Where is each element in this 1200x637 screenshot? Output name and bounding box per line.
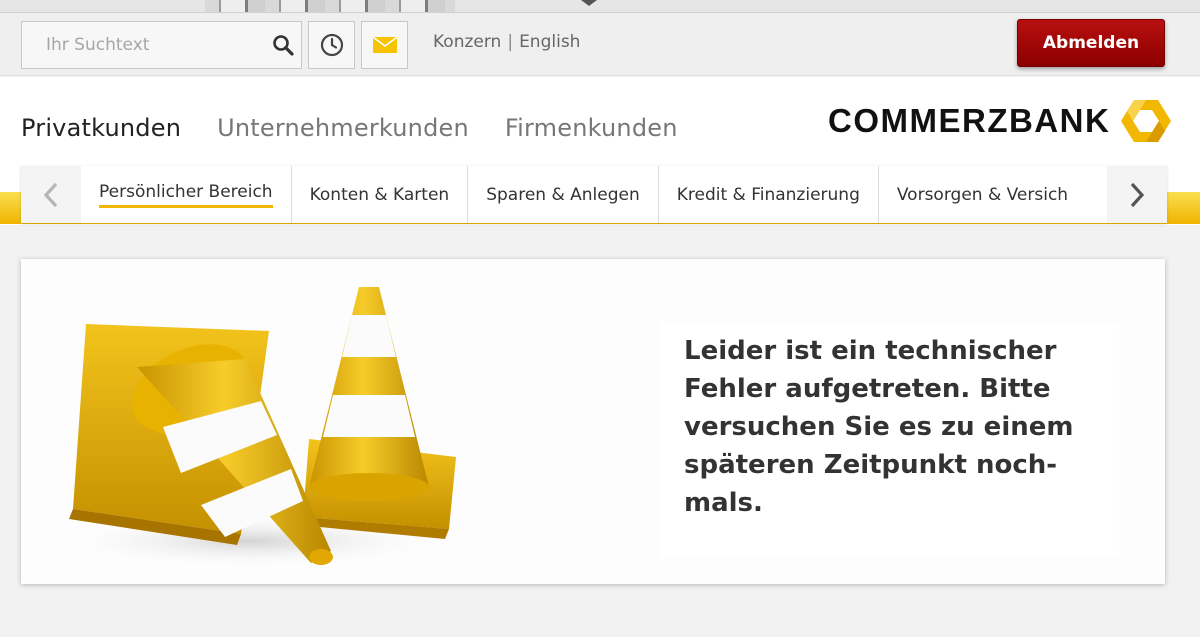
site-header: Privatkunden Unternehmerkunden Firmenkun… bbox=[0, 77, 1200, 165]
segment-unternehmerkunden[interactable]: Unternehmerkunden bbox=[217, 114, 469, 142]
nav-item-vorsorgen[interactable]: Vorsorgen & Versich bbox=[878, 166, 1087, 223]
site-links: Konzern | English bbox=[433, 32, 580, 52]
history-button[interactable] bbox=[308, 21, 355, 69]
chevron-left-icon bbox=[43, 182, 58, 207]
nav-item-konten-karten[interactable]: Konten & Karten bbox=[291, 166, 469, 223]
nav-scroll-left-button[interactable] bbox=[21, 166, 81, 223]
logout-button[interactable]: Abmelden bbox=[1017, 19, 1165, 67]
nav-item-label: Vorsorgen & Versich bbox=[896, 184, 1069, 205]
envelope-icon bbox=[372, 36, 397, 53]
nav-item-label: Kredit & Finanzierung bbox=[676, 184, 860, 205]
nav-item-label: Persönlicher Bereich bbox=[99, 182, 273, 208]
commerzbank-ribbon-icon bbox=[1121, 100, 1172, 142]
search-icon bbox=[273, 35, 294, 56]
main-nav-items: Persönlicher Bereich Konten & Karten Spa… bbox=[81, 166, 1087, 223]
banner-notch-icon bbox=[581, 0, 597, 6]
utility-bar: Konzern | English Abmelden bbox=[0, 13, 1200, 76]
nav-item-sparen-anlegen[interactable]: Sparen & Anlegen bbox=[468, 166, 659, 223]
error-panel: Leider ist ein technischer Fehler aufget… bbox=[21, 259, 1165, 584]
traffic-cones-illustration bbox=[51, 287, 456, 569]
commerzbank-logo[interactable]: COMMERZBANK bbox=[828, 99, 1172, 143]
segment-firmenkunden[interactable]: Firmenkunden bbox=[505, 114, 678, 142]
search-input[interactable] bbox=[22, 22, 265, 68]
top-banner-strip bbox=[0, 0, 1200, 13]
nav-item-kredit-finanzierung[interactable]: Kredit & Finanzierung bbox=[658, 166, 879, 223]
nav-item-label: Konten & Karten bbox=[309, 184, 450, 205]
segment-privatkunden[interactable]: Privatkunden bbox=[21, 114, 181, 142]
link-konzern[interactable]: Konzern bbox=[433, 32, 501, 52]
chevron-right-icon bbox=[1130, 182, 1145, 207]
error-message-box: Leider ist ein technischer Fehler aufget… bbox=[659, 322, 1119, 557]
main-nav: Persönlicher Bereich Konten & Karten Spa… bbox=[21, 166, 1167, 223]
search-button[interactable] bbox=[265, 22, 301, 68]
clock-icon bbox=[320, 33, 343, 57]
banner-image-fragment bbox=[205, 0, 455, 12]
nav-item-persoenlicher-bereich[interactable]: Persönlicher Bereich bbox=[81, 166, 292, 223]
nav-item-label: Sparen & Anlegen bbox=[486, 184, 640, 205]
error-message: Leider ist ein technischer Fehler aufget… bbox=[684, 336, 1074, 518]
search-box bbox=[21, 21, 302, 69]
logo-text: COMMERZBANK bbox=[828, 102, 1111, 139]
customer-segment-nav: Privatkunden Unternehmerkunden Firmenkun… bbox=[21, 114, 678, 142]
link-english[interactable]: English bbox=[519, 32, 580, 52]
link-separator: | bbox=[507, 32, 514, 52]
nav-scroll-right-button[interactable] bbox=[1107, 166, 1167, 223]
messages-button[interactable] bbox=[361, 21, 408, 69]
